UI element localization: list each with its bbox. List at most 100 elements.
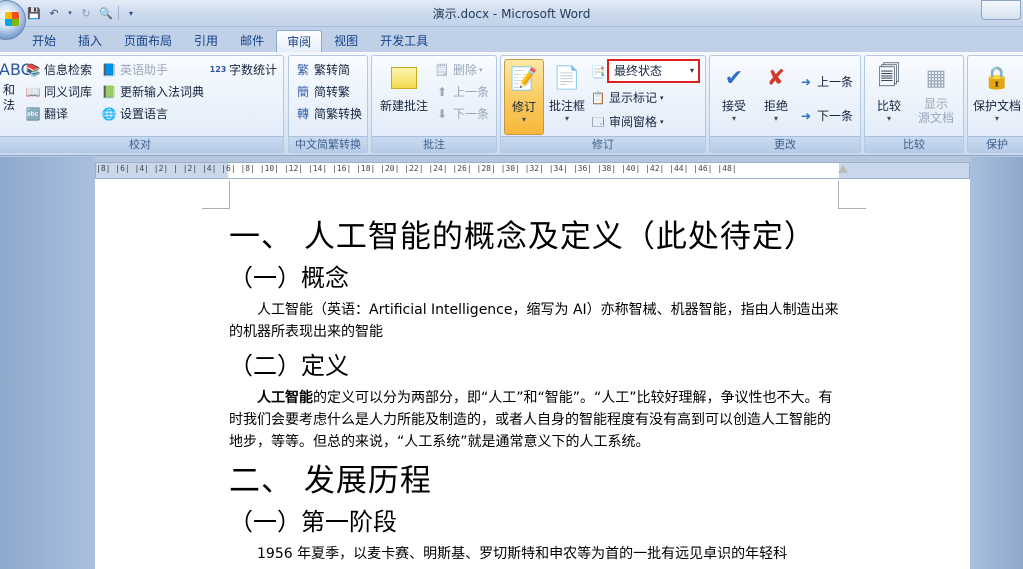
group-label-protect: 保护 — [968, 136, 1023, 152]
chevron-down-icon: ▾ — [773, 114, 778, 123]
group-protect: 🔒 保护文档 ▾ 保护 — [967, 55, 1023, 153]
group-label-compare: 比较 — [865, 136, 963, 152]
office-logo-icon — [5, 12, 19, 26]
accept-icon: ✔ — [724, 65, 744, 91]
previous-change-button[interactable]: ➜ 上一条 — [798, 72, 853, 92]
tab-home[interactable]: 开始 — [22, 30, 66, 52]
tab-view[interactable]: 视图 — [324, 30, 368, 52]
to-simplified-button[interactable]: 繁繁转简 — [295, 60, 350, 80]
show-markup-button[interactable]: 📋 显示标记 ▾ — [590, 88, 664, 108]
word-count-button[interactable]: 123 字数统计 — [210, 60, 277, 80]
group-chinese-conversion: 繁繁转简 簡简转繁 轉简繁转换 中文简繁转换 — [288, 55, 368, 153]
chevron-down-icon: ▾ — [564, 114, 569, 123]
balloons-icon: 📄 — [553, 65, 581, 91]
tab-review[interactable]: 审阅 — [276, 30, 323, 52]
tab-references[interactable]: 引用 — [184, 30, 228, 52]
delete-comment-button[interactable]: 🗒 删除 ▾ — [434, 60, 483, 80]
delete-comment-icon: 🗒 — [434, 63, 450, 77]
chevron-down-icon: ▾ — [886, 114, 891, 123]
group-label-chinese: 中文简繁转换 — [289, 136, 367, 152]
chevron-down-icon: ▾ — [731, 114, 736, 123]
heading-2: （一）概念 — [229, 264, 349, 292]
chevron-down-icon: ▾ — [994, 114, 999, 123]
chevron-down-icon: ▾ — [660, 118, 664, 126]
paragraph: 人工智能的定义可以分为两部分，即“人工”和“智能”。“人工”比较好理解，争议性也… — [229, 390, 833, 450]
dictionary-icon: 📗 — [101, 85, 117, 99]
word-count-icon: 123 — [209, 65, 227, 74]
convert-icon: 轉 — [296, 107, 309, 121]
thesaurus-icon: 📖 — [25, 85, 41, 99]
track-changes-icon: 📝 — [510, 66, 538, 92]
bold-term: 人工智能 — [257, 390, 313, 406]
workspace-right — [970, 157, 1023, 569]
heading-2: （二）定义 — [229, 352, 349, 380]
display-for-review-icon: 📑 — [590, 65, 606, 79]
to-traditional-icon: 簡 — [296, 85, 309, 99]
compare-button[interactable]: 🗐 比较 ▾ — [869, 62, 909, 124]
document-page[interactable]: 一、 人工智能的概念及定义（此处待定） （一）概念 人工智能（英语：Artifi… — [95, 179, 970, 569]
ribbon-tabs: 开始 插入 页面布局 引用 邮件 审阅 视图 开发工具 — [0, 27, 1023, 52]
heading-1: 一、 人工智能的概念及定义（此处待定） — [229, 219, 816, 255]
reject-icon: ✘ — [766, 65, 786, 91]
heading-1: 二、 发展历程 — [229, 463, 432, 499]
tab-insert[interactable]: 插入 — [68, 30, 112, 52]
document-body[interactable]: 一、 人工智能的概念及定义（此处待定） （一）概念 人工智能（英语：Artifi… — [229, 215, 841, 569]
group-label-comments: 批注 — [372, 136, 496, 152]
group-changes: ✔ 接受 ▾ ✘ 拒绝 ▾ ➜ 上一条 ➜ 下一条 更改 — [709, 55, 861, 153]
previous-change-icon: ➜ — [800, 75, 812, 89]
update-ime-button[interactable]: 📗 更新输入法词典 — [101, 82, 205, 102]
chevron-down-icon: ▾ — [689, 66, 694, 75]
next-change-button[interactable]: ➜ 下一条 — [798, 106, 853, 126]
workspace-left — [0, 157, 95, 569]
research-button[interactable]: 📚 信息检索 — [25, 60, 93, 80]
lock-icon: 🔒 — [983, 65, 1011, 91]
thesaurus-button[interactable]: 📖 同义词库 — [25, 82, 93, 102]
new-comment-icon — [388, 62, 420, 94]
chevron-down-icon: ▾ — [479, 66, 483, 74]
previous-comment-icon: ⬆ — [436, 85, 448, 99]
ribbon: ABC 和 法 📚 信息检索 📖 同义词库 🔤 翻译 📘 英语助手 📗 更新输入法词典 🌐… — [0, 52, 1023, 156]
english-assistant-icon: 📘 — [101, 63, 117, 77]
next-comment-button[interactable]: ⬇ 下一条 — [434, 104, 489, 124]
tab-developer[interactable]: 开发工具 — [370, 30, 438, 52]
group-proofing: ABC 和 法 📚 信息检索 📖 同义词库 🔤 翻译 📘 英语助手 📗 更新输入法词典 🌐… — [0, 55, 284, 153]
language-icon: 🌐 — [101, 107, 117, 121]
heading-2: （一）第一阶段 — [229, 508, 397, 536]
translate-icon: 🔤 — [25, 107, 41, 121]
reject-button[interactable]: ✘ 拒绝 ▾ — [756, 62, 796, 124]
tab-page-layout[interactable]: 页面布局 — [114, 30, 182, 52]
accept-button[interactable]: ✔ 接受 ▾ — [714, 62, 754, 124]
window-controls[interactable] — [981, 0, 1021, 20]
paragraph: 1956 年夏季，以麦卡赛、明斯基、罗切斯特和申农等为首的一批有远见卓识的年轻科 — [257, 546, 788, 562]
paragraph: 人工智能（英语：Artificial Intelligence，缩写为 AI）亦… — [229, 302, 839, 340]
track-changes-button[interactable]: 📝 修订 ▾ — [504, 59, 544, 135]
protect-document-button[interactable]: 🔒 保护文档 ▾ — [970, 62, 1023, 124]
set-language-button[interactable]: 🌐 设置语言 — [101, 104, 169, 124]
compare-icon: 🗐 — [878, 64, 900, 89]
next-comment-icon: ⬇ — [436, 107, 448, 121]
chevron-down-icon: ▾ — [660, 94, 664, 102]
group-label-changes: 更改 — [710, 136, 860, 152]
show-source-button[interactable]: ▦ 显示 源文档 — [911, 62, 961, 126]
tab-mailings[interactable]: 邮件 — [230, 30, 274, 52]
to-traditional-button[interactable]: 簡简转繁 — [295, 82, 350, 102]
right-indent-marker[interactable] — [838, 165, 848, 173]
balloons-button[interactable]: 📄 批注框 ▾ — [546, 62, 588, 124]
reviewing-pane-icon: 🗔 — [591, 115, 605, 129]
research-icon: 📚 — [25, 63, 41, 77]
display-for-review-dropdown[interactable]: 最终状态 ▾ — [607, 59, 700, 83]
window-title: 演示.docx - Microsoft Word — [432, 7, 591, 21]
previous-comment-button[interactable]: ⬆ 上一条 — [434, 82, 489, 102]
spelling-grammar-button[interactable]: ABC 和 法 — [0, 60, 32, 113]
show-source-icon: ▦ — [925, 65, 947, 91]
translate-button[interactable]: 🔤 翻译 — [25, 104, 69, 124]
new-comment-button[interactable]: 新建批注 — [376, 62, 432, 114]
english-assistant-button[interactable]: 📘 英语助手 — [101, 60, 169, 80]
convert-button[interactable]: 轉简繁转换 — [295, 104, 362, 124]
to-simplified-icon: 繁 — [296, 63, 309, 77]
chevron-down-icon: ▾ — [521, 115, 526, 124]
show-markup-icon: 📋 — [590, 91, 606, 105]
group-label-proofing: 校对 — [0, 136, 283, 152]
abc-check-icon: ABC — [0, 60, 32, 79]
reviewing-pane-button[interactable]: 🗔 审阅窗格 ▾ — [590, 112, 664, 132]
